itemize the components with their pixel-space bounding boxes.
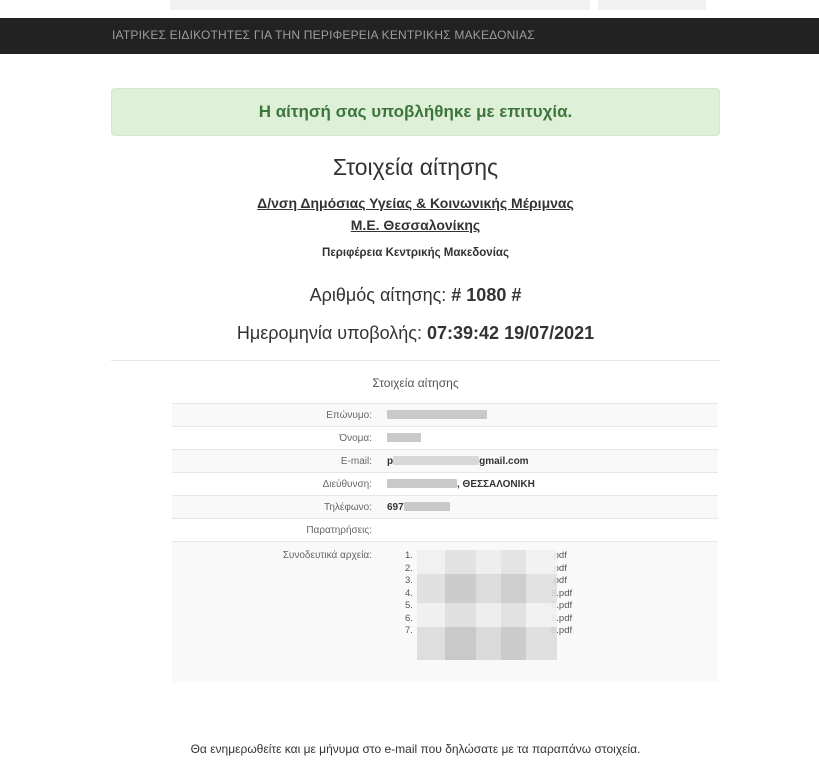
- redaction-mosaic-shade: [417, 550, 557, 660]
- navbar: ΙΑΤΡΙΚΕΣ ΕΙΔΙΚΟΤΗΤΕΣ ΓΙΑ ΤΗΝ ΠΕΡΙΦΕΡΕΙΑ …: [0, 18, 819, 54]
- email-label: E-mail:: [172, 449, 377, 473]
- email-value: p gmail.com: [377, 449, 718, 473]
- table-row: Διεύθυνση: , ΘΕΣΣΑΛΟΝΙΚΗ: [172, 472, 718, 496]
- name-label: Όνομα:: [172, 426, 377, 450]
- table-row: E-mail: p gmail.com: [172, 449, 718, 473]
- page-title: Στοιχεία αίτησης: [332, 154, 499, 180]
- phone-prefix: 697: [387, 501, 404, 513]
- table-row: Όνομα:: [172, 426, 718, 450]
- files-label: Συνοδευτικά αρχεία:: [172, 541, 377, 682]
- redacted-text: [387, 479, 457, 489]
- phone-value: 697: [377, 495, 718, 519]
- faded-element: [598, 0, 706, 10]
- page: ΙΑΤΡΙΚΕΣ ΕΙΔΙΚΟΤΗΤΕΣ ΓΙΑ ΤΗΝ ΠΕΡΙΦΕΡΕΙΑ …: [0, 0, 819, 776]
- application-number-label: Αριθμός αίτησης:: [309, 285, 447, 305]
- surname-value: [377, 403, 718, 427]
- surname-label: Επώνυμο:: [172, 403, 377, 427]
- success-alert: Η αίτησή σας υποβλήθηκε με επιτυχία.: [111, 88, 720, 136]
- details-table: Επώνυμο: Όνομα: E-mail: p gmail.com Διεύθ…: [172, 403, 718, 682]
- region-name: Περιφέρεια Κεντρικής Μακεδονίας: [322, 247, 509, 259]
- faded-element: [170, 0, 590, 10]
- application-number-value: # 1080 #: [451, 285, 522, 305]
- redacted-text: [387, 410, 487, 420]
- submission-date-label: Ημερομηνία υποβολής:: [236, 323, 422, 343]
- table-row: Παρατηρήσεις:: [172, 518, 718, 542]
- name-value: [377, 426, 718, 450]
- submission-date-value: 07:39:42 19/07/2021: [427, 323, 595, 343]
- address-city: , ΘΕΣΣΑΛΟΝΙΚΗ: [457, 478, 535, 490]
- footer-note: Θα ενημερωθείτε και με μήνυμα στο e-mail…: [190, 742, 641, 756]
- department-line1: Δ/νση Δημόσιας Υγείας & Κοινωνικής Μέριμ…: [257, 195, 574, 211]
- table-row: Τηλέφωνο: 697: [172, 495, 718, 519]
- files-cell: 1. .pdf 2. .pdf 3. .pdf 4. 6.pdf 5. 6.pdf 6. 6…: [387, 542, 718, 682]
- redacted-text: [387, 433, 421, 443]
- phone-label: Τηλέφωνο:: [172, 495, 377, 519]
- notes-value: [377, 518, 718, 542]
- table-row: Συνοδευτικά αρχεία: 1. .pdf 2. .pdf 3. .pdf…: [172, 541, 718, 682]
- table-row: Επώνυμο:: [172, 403, 718, 427]
- divider: [111, 360, 720, 361]
- application-number: Αριθμός αίτησης: # 1080 #: [111, 285, 720, 306]
- notes-label: Παρατηρήσεις:: [172, 518, 377, 542]
- browser-top-strip: [0, 0, 819, 18]
- redacted-text: [393, 456, 480, 466]
- address-value: , ΘΕΣΣΑΛΟΝΙΚΗ: [377, 472, 718, 496]
- files-value: 1. .pdf 2. .pdf 3. .pdf 4. 6.pdf 5. 6.pdf 6. 6…: [377, 541, 718, 682]
- department-line2: Μ.Ε. Θεσσαλονίκης: [350, 217, 481, 233]
- navbar-brand[interactable]: ΙΑΤΡΙΚΕΣ ΕΙΔΙΚΟΤΗΤΕΣ ΓΙΑ ΤΗΝ ΠΕΡΙΦΕΡΕΙΑ …: [112, 28, 535, 42]
- address-label: Διεύθυνση:: [172, 472, 377, 496]
- details-caption: Στοιχεία αίτησης: [372, 376, 459, 390]
- redacted-text: [403, 502, 450, 512]
- submission-date: Ημερομηνία υποβολής: 07:39:42 19/07/2021: [111, 323, 720, 344]
- email-suffix: gmail.com: [479, 455, 529, 467]
